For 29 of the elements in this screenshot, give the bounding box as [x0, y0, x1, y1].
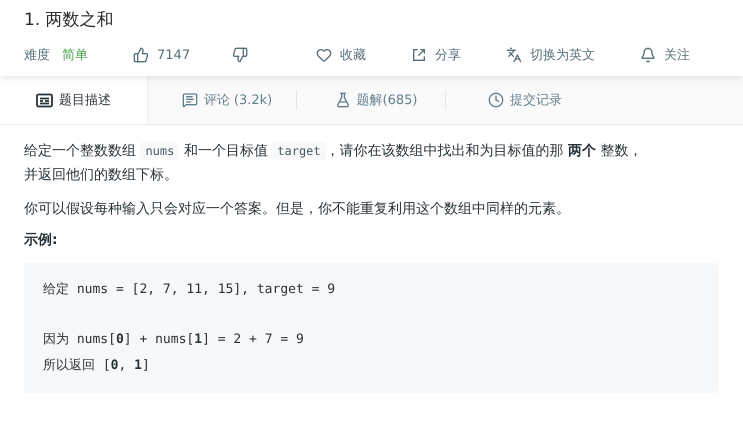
favorite-button[interactable]: 收藏 — [316, 46, 366, 64]
thumbs-down-icon — [232, 47, 248, 63]
thumbs-up-icon — [133, 47, 149, 63]
follow-button[interactable]: 关注 — [640, 46, 690, 64]
description-paragraph: 给定一个整数数组 nums 和一个目标值 target ，请你在该数组中找出和为目标值的那 两个 整数，并返回他们的数组下标。 — [24, 141, 644, 185]
code-line: 所以返回 [0, 1] — [43, 357, 151, 375]
description-tab[interactable]: 题目描述 — [0, 76, 148, 124]
document-icon — [36, 92, 53, 108]
problem-title: 1. 两数之和 — [24, 9, 115, 32]
comments-tab[interactable]: 评论 (3.2k) — [148, 76, 296, 124]
code-line: 因为 nums[0] + nums[1] = 2 + 7 = 9 — [43, 331, 305, 349]
bell-icon — [640, 47, 656, 63]
heart-icon — [316, 47, 332, 63]
clock-icon — [488, 92, 504, 108]
difficulty-value: 简单 — [62, 47, 88, 64]
submissions-tab[interactable]: 提交记录 — [446, 76, 594, 124]
code-line: 给定 nums = [2, 7, 11, 15], target = 9 — [43, 281, 336, 299]
share-icon — [411, 47, 428, 63]
difficulty-label: 难度 — [24, 47, 50, 64]
description-paragraph: 你可以假设每种输入只会对应一个答案。但是，你不能重复利用这个数组中同样的元素。 — [24, 200, 571, 219]
comment-icon — [182, 92, 198, 108]
translate-icon — [506, 47, 522, 63]
example-heading: 示例: — [24, 231, 59, 249]
like-button[interactable]: 7147 — [133, 47, 190, 63]
translate-button[interactable]: 切换为英文 — [506, 46, 596, 64]
dislike-button[interactable] — [232, 47, 248, 63]
flask-icon — [334, 92, 351, 108]
solutions-tab[interactable]: 题解(685) — [297, 76, 445, 124]
share-button[interactable]: 分享 — [411, 46, 462, 64]
